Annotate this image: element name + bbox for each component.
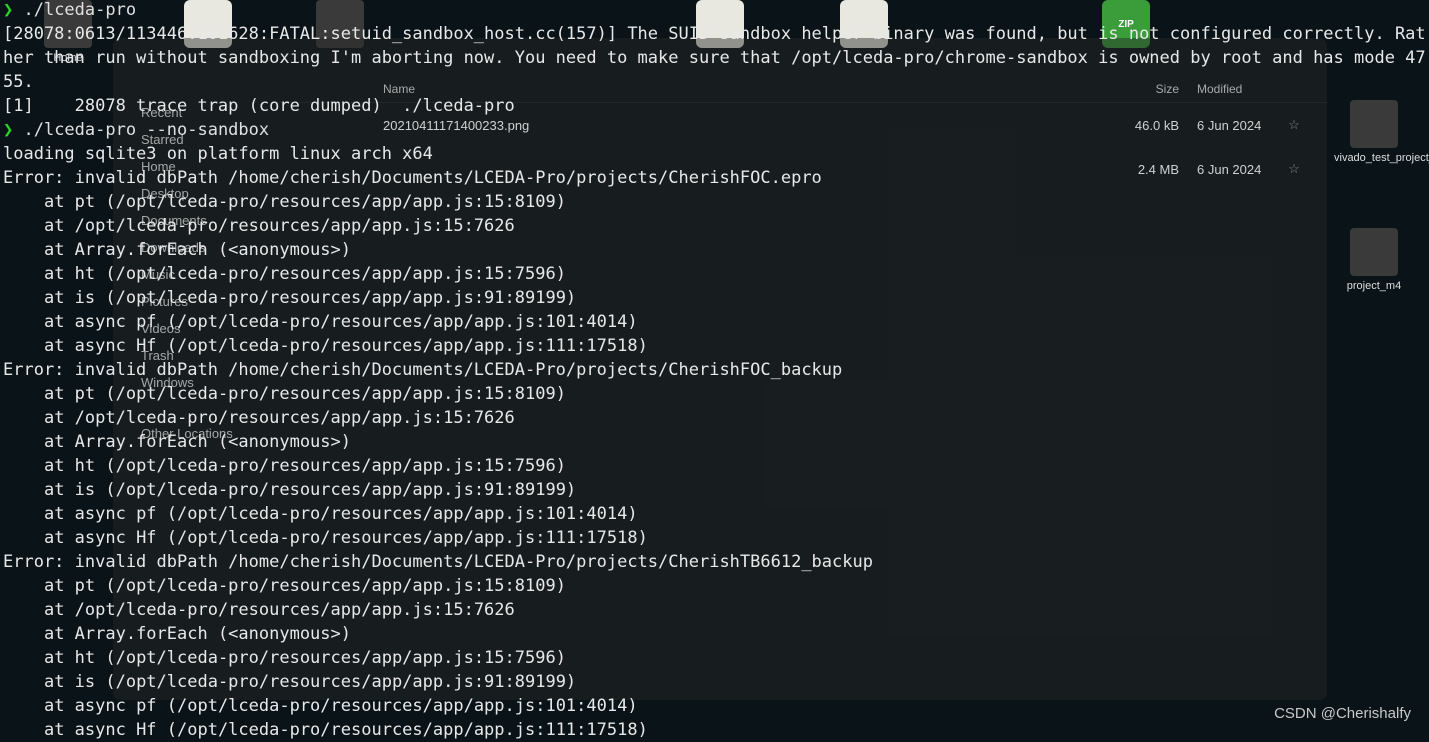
terminal-line: ❯ ./lceda-pro bbox=[3, 0, 1426, 22]
terminal-line: at is (/opt/lceda-pro/resources/app/app.… bbox=[3, 670, 1426, 694]
watermark: CSDN @Cherishalfy bbox=[1274, 705, 1411, 722]
terminal-line: at Array.forEach (<anonymous>) bbox=[3, 430, 1426, 454]
terminal-line: Error: invalid dbPath /home/cherish/Docu… bbox=[3, 550, 1426, 574]
command-text: ./lceda-pro bbox=[23, 0, 136, 20]
terminal-line: at /opt/lceda-pro/resources/app/app.js:1… bbox=[3, 598, 1426, 622]
terminal-line: at async pf (/opt/lceda-pro/resources/ap… bbox=[3, 502, 1426, 526]
terminal-line: at async Hf (/opt/lceda-pro/resources/ap… bbox=[3, 334, 1426, 358]
terminal-line: at pt (/opt/lceda-pro/resources/app/app.… bbox=[3, 574, 1426, 598]
terminal-line: at async pf (/opt/lceda-pro/resources/ap… bbox=[3, 310, 1426, 334]
terminal-line: loading sqlite3 on platform linux arch x… bbox=[3, 142, 1426, 166]
terminal-line: at ht (/opt/lceda-pro/resources/app/app.… bbox=[3, 646, 1426, 670]
terminal-line: at /opt/lceda-pro/resources/app/app.js:1… bbox=[3, 214, 1426, 238]
terminal-line: at pt (/opt/lceda-pro/resources/app/app.… bbox=[3, 382, 1426, 406]
terminal-line: at /opt/lceda-pro/resources/app/app.js:1… bbox=[3, 406, 1426, 430]
terminal-line: at is (/opt/lceda-pro/resources/app/app.… bbox=[3, 286, 1426, 310]
terminal-line: at Array.forEach (<anonymous>) bbox=[3, 238, 1426, 262]
terminal-line: Error: invalid dbPath /home/cherish/Docu… bbox=[3, 166, 1426, 190]
terminal-line: ❯ ./lceda-pro --no-sandbox bbox=[3, 118, 1426, 142]
terminal-line: at async pf (/opt/lceda-pro/resources/ap… bbox=[3, 694, 1426, 718]
terminal-line: at pt (/opt/lceda-pro/resources/app/app.… bbox=[3, 190, 1426, 214]
command-text: ./lceda-pro --no-sandbox bbox=[23, 120, 269, 140]
terminal-line: at is (/opt/lceda-pro/resources/app/app.… bbox=[3, 478, 1426, 502]
terminal-line: at Array.forEach (<anonymous>) bbox=[3, 622, 1426, 646]
terminal-line: at async Hf (/opt/lceda-pro/resources/ap… bbox=[3, 526, 1426, 550]
terminal-line: at ht (/opt/lceda-pro/resources/app/app.… bbox=[3, 454, 1426, 478]
terminal-line: [1] 28078 trace trap (core dumped) ./lce… bbox=[3, 94, 1426, 118]
desktop-background: HomeZIPvivado_test_project_1project_m4 R… bbox=[0, 0, 1429, 730]
prompt-symbol: ❯ bbox=[3, 0, 23, 20]
prompt-symbol: ❯ bbox=[3, 120, 23, 140]
terminal-line: at ht (/opt/lceda-pro/resources/app/app.… bbox=[3, 262, 1426, 286]
terminal-line: Error: invalid dbPath /home/cherish/Docu… bbox=[3, 358, 1426, 382]
terminal-line: at async Hf (/opt/lceda-pro/resources/ap… bbox=[3, 718, 1426, 742]
terminal-line: [28078:0613/113446.101628:FATAL:setuid_s… bbox=[3, 22, 1426, 94]
terminal-window[interactable]: ❯ ./lceda-pro[28078:0613/113446.101628:F… bbox=[0, 0, 1429, 730]
